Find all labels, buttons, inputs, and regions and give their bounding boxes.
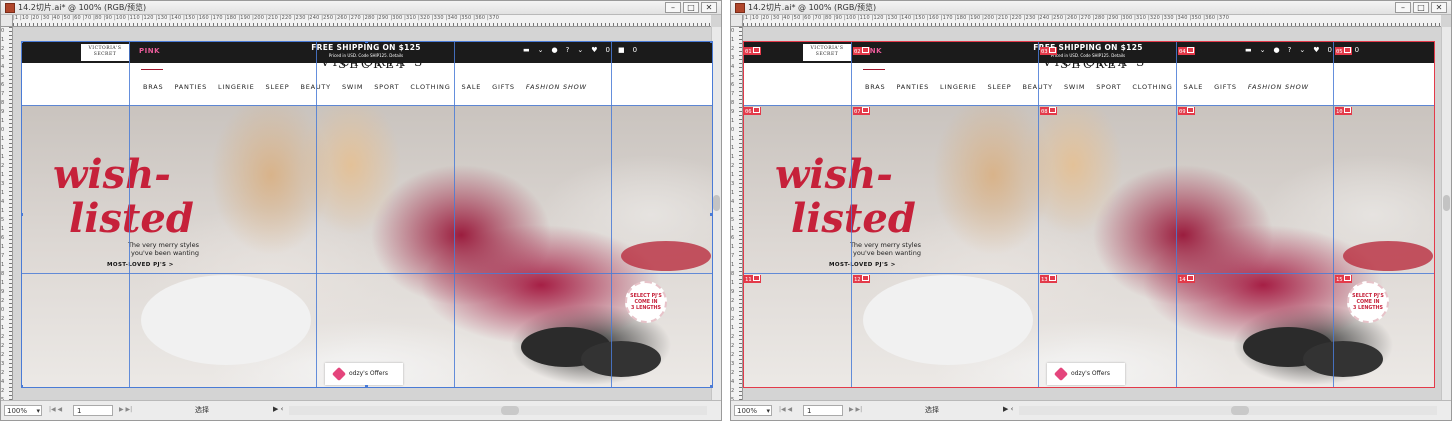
artboard[interactable]: VICTORIA'S SECRET PINK FREE SHIPPING ON …	[743, 41, 1435, 388]
scroll-thumb[interactable]	[1231, 406, 1249, 415]
selection-handle[interactable]	[710, 41, 713, 43]
scroll-thumb[interactable]	[713, 195, 720, 211]
status-mode[interactable]: 选择	[925, 405, 939, 415]
page-select[interactable]: 1	[73, 405, 113, 416]
vertical-ruler[interactable]: 0 1 2 3 4 5 6 7 8 9 1 0 1 1 1 2 1 3 1 4 …	[731, 27, 743, 400]
ruler-numbers-vertical: 0 1 2 3 4 5 6 7 8 9 1 0 1 1 1 2 1 3 1 4 …	[1, 28, 5, 400]
window-title: 14.2切片.ai* @ 100% (RGB/预览)	[18, 3, 147, 12]
illustrator-app-icon	[735, 2, 745, 13]
status-arrow-icon[interactable]: ▶ ‹	[1003, 405, 1013, 413]
selection-handle[interactable]	[21, 213, 23, 216]
window-titlebar[interactable]: 14.2切片.ai* @ 100% (RGB/预览) – □ ✕	[1, 1, 721, 15]
status-bar: 100% |◀ ◀ 1 ▶ ▶| 选择 ▶ ‹	[1, 400, 721, 420]
ruler-corner[interactable]	[1, 15, 13, 27]
scroll-thumb[interactable]	[501, 406, 519, 415]
page-nav-prev[interactable]: |◀ ◀	[779, 406, 792, 413]
zoom-select[interactable]: 100%	[734, 405, 772, 416]
close-button[interactable]: ✕	[1431, 2, 1447, 13]
minimize-button[interactable]: –	[1395, 2, 1411, 13]
page-select[interactable]: 1	[803, 405, 843, 416]
vertical-scrollbar[interactable]	[1441, 27, 1451, 400]
vertical-ruler[interactable]: 0 1 2 3 4 5 6 7 8 9 1 0 1 1 1 2 1 3 1 4 …	[1, 27, 13, 400]
ruler-corner[interactable]	[731, 15, 743, 27]
minimize-button[interactable]: –	[665, 2, 681, 13]
artboard[interactable]: VICTORIA'S SECRET PINK FREE SHIPPING ON …	[21, 41, 713, 388]
close-button[interactable]: ✕	[701, 2, 717, 13]
selection-outline	[21, 41, 713, 388]
selection-handle[interactable]	[365, 385, 368, 388]
status-mode[interactable]: 选择	[195, 405, 209, 415]
page-nav-prev[interactable]: |◀ ◀	[49, 406, 62, 413]
horizontal-ruler[interactable]: |1 |10 |20 |30 |40 |50 |60 |70 |80 |90 |…	[13, 15, 711, 27]
illustrator-app-icon	[5, 2, 15, 13]
maximize-button[interactable]: □	[1413, 2, 1429, 13]
scroll-thumb[interactable]	[1443, 195, 1450, 211]
screen: 14.2切片.ai* @ 100% (RGB/预览) – □ ✕ |1 |10 …	[0, 0, 1453, 421]
selection-handle[interactable]	[21, 385, 23, 388]
status-arrow-icon[interactable]: ▶ ‹	[273, 405, 283, 413]
selection-handle[interactable]	[710, 385, 713, 388]
page-nav-next[interactable]: ▶ ▶|	[849, 406, 862, 413]
horizontal-ruler[interactable]: |1 |10 |20 |30 |40 |50 |60 |70 |80 |90 |…	[743, 15, 1441, 27]
horizontal-scrollbar[interactable]	[1019, 406, 1437, 415]
window-title: 14.2切片.ai* @ 100% (RGB/预览)	[748, 3, 877, 12]
artboard-outline	[743, 41, 1435, 388]
selection-handle[interactable]	[365, 41, 368, 43]
selection-handle[interactable]	[21, 41, 23, 43]
ruler-numbers: |1 |10 |20 |30 |40 |50 |60 |70 |80 |90 |…	[13, 15, 500, 21]
horizontal-scrollbar[interactable]	[289, 406, 707, 415]
maximize-button[interactable]: □	[683, 2, 699, 13]
document-window-right[interactable]: 14.2切片.ai* @ 100% (RGB/预览) – □ ✕ |1 |10 …	[730, 0, 1452, 421]
selection-handle[interactable]	[710, 213, 713, 216]
page-nav-next[interactable]: ▶ ▶|	[119, 406, 132, 413]
ruler-numbers-vertical: 0 1 2 3 4 5 6 7 8 9 1 0 1 1 1 2 1 3 1 4 …	[731, 28, 735, 400]
document-window-left[interactable]: 14.2切片.ai* @ 100% (RGB/预览) – □ ✕ |1 |10 …	[0, 0, 722, 421]
window-titlebar[interactable]: 14.2切片.ai* @ 100% (RGB/预览) – □ ✕	[731, 1, 1451, 15]
ruler-numbers: |1 |10 |20 |30 |40 |50 |60 |70 |80 |90 |…	[743, 15, 1230, 21]
zoom-select[interactable]: 100%	[4, 405, 42, 416]
status-bar: 100% |◀ ◀ 1 ▶ ▶| 选择 ▶ ‹	[731, 400, 1451, 420]
